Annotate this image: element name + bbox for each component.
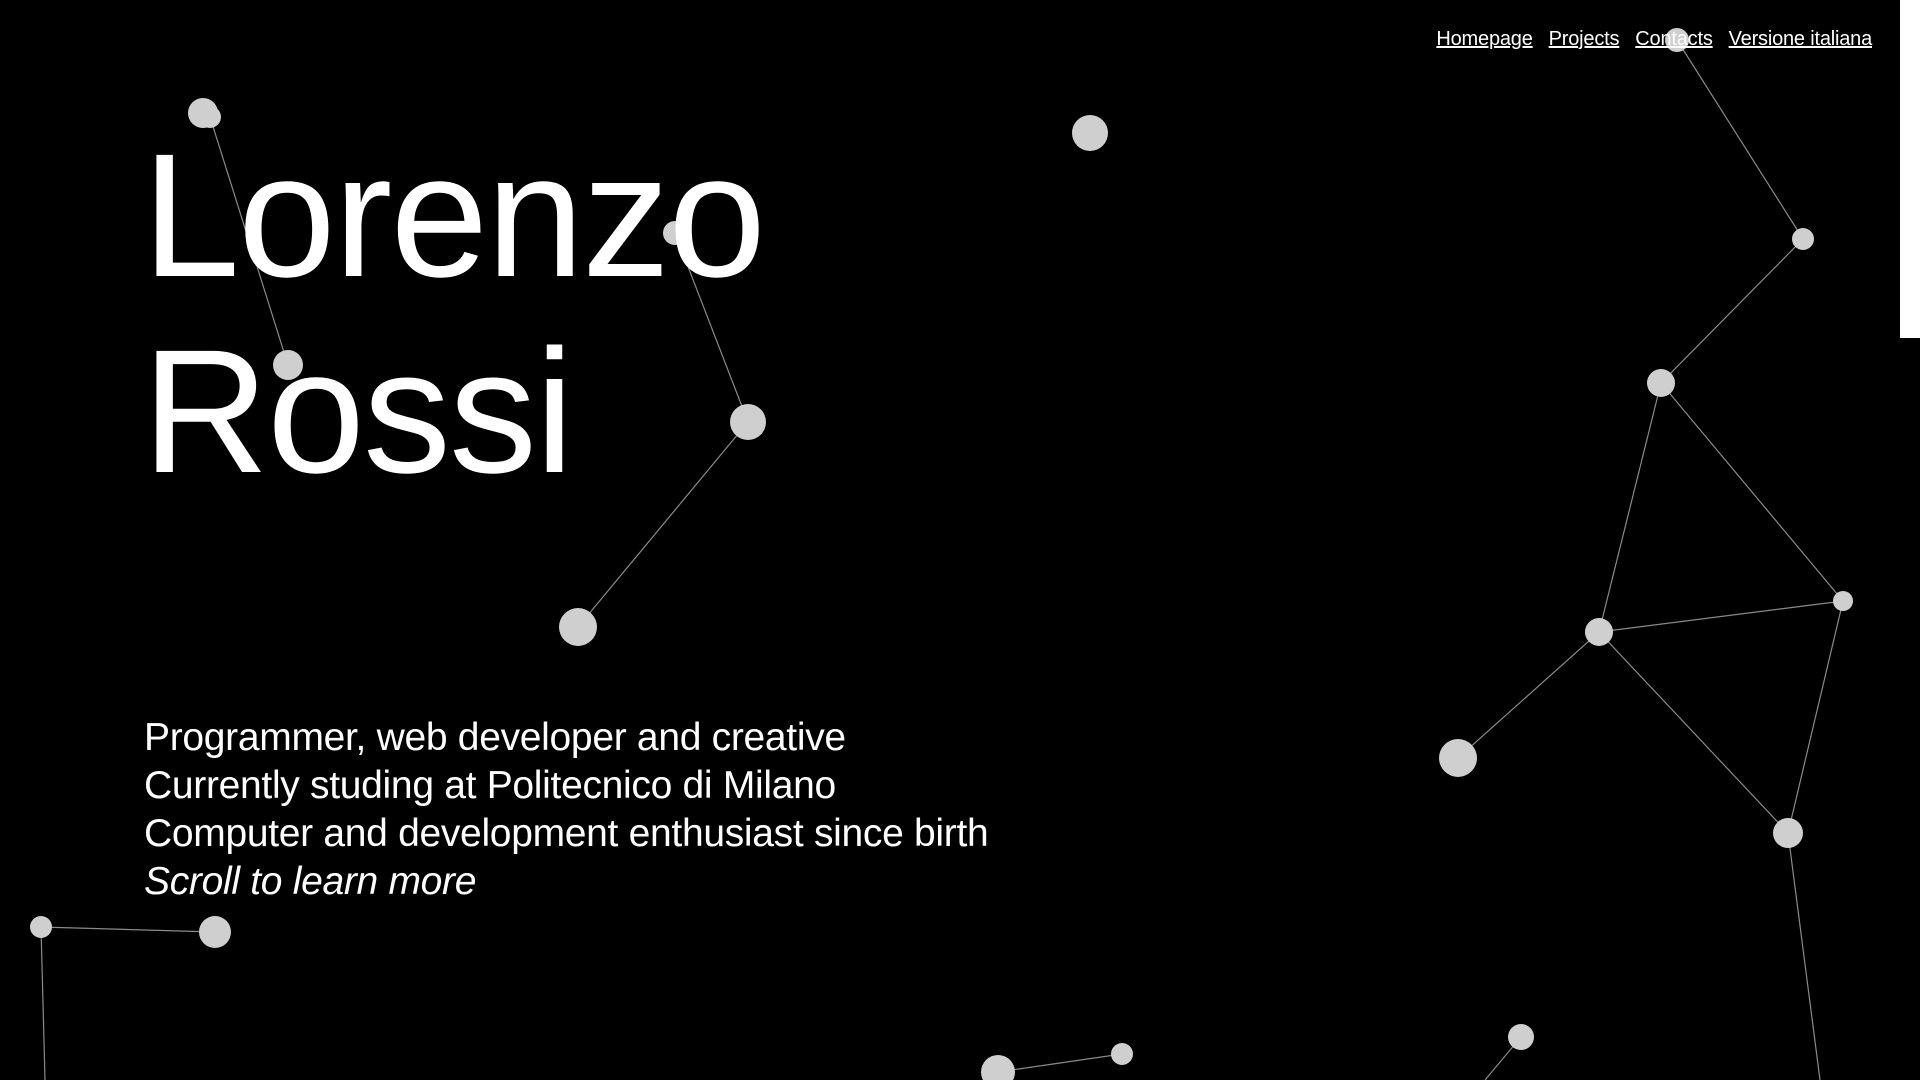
network-node bbox=[1072, 115, 1108, 151]
network-node bbox=[1439, 739, 1477, 777]
network-link bbox=[1598, 382, 1662, 633]
nav-link-homepage[interactable]: Homepage bbox=[1436, 28, 1532, 51]
nav-link-italian-version[interactable]: Versione italiana bbox=[1729, 28, 1873, 51]
network-link bbox=[997, 1053, 1123, 1073]
network-node bbox=[1585, 618, 1613, 646]
network-node bbox=[559, 608, 597, 646]
hero-last-name: Rossi bbox=[142, 314, 574, 510]
network-link bbox=[1787, 832, 1821, 1080]
network-link bbox=[1660, 238, 1804, 384]
network-link bbox=[1660, 382, 1844, 602]
tagline-line-1: Programmer, web developer and creative bbox=[144, 716, 846, 759]
network-node bbox=[1508, 1024, 1534, 1050]
network-node bbox=[30, 916, 52, 938]
network-link bbox=[1598, 631, 1789, 834]
tagline-line-2: Currently studing at Politecnico di Mila… bbox=[144, 764, 836, 807]
nav-link-projects[interactable]: Projects bbox=[1549, 28, 1620, 51]
network-link bbox=[40, 926, 216, 933]
network-node bbox=[1833, 591, 1853, 611]
scroll-hint: Scroll to learn more bbox=[144, 860, 477, 903]
network-node bbox=[199, 916, 231, 948]
hero-first-name: Lorenzo bbox=[142, 118, 766, 314]
hero-title: Lorenzo Rossi bbox=[142, 118, 766, 510]
network-node bbox=[1773, 818, 1803, 848]
tagline-line-3: Computer and development enthusiast sinc… bbox=[144, 812, 989, 855]
network-node bbox=[1111, 1043, 1133, 1065]
network-node bbox=[1792, 228, 1814, 250]
tagline: Programmer, web developer and creative C… bbox=[144, 714, 989, 906]
nav-link-contacts[interactable]: Contacts bbox=[1635, 28, 1713, 51]
network-link bbox=[1676, 39, 1804, 240]
network-link bbox=[1787, 600, 1844, 834]
network-node bbox=[1647, 369, 1675, 397]
network-link bbox=[40, 926, 46, 1080]
network-node bbox=[981, 1055, 1015, 1080]
scrollbar-thumb[interactable] bbox=[1900, 0, 1920, 338]
network-link bbox=[1598, 600, 1844, 633]
network-link bbox=[1457, 631, 1600, 759]
top-navigation: Homepage Projects Contacts Versione ital… bbox=[1436, 28, 1872, 51]
